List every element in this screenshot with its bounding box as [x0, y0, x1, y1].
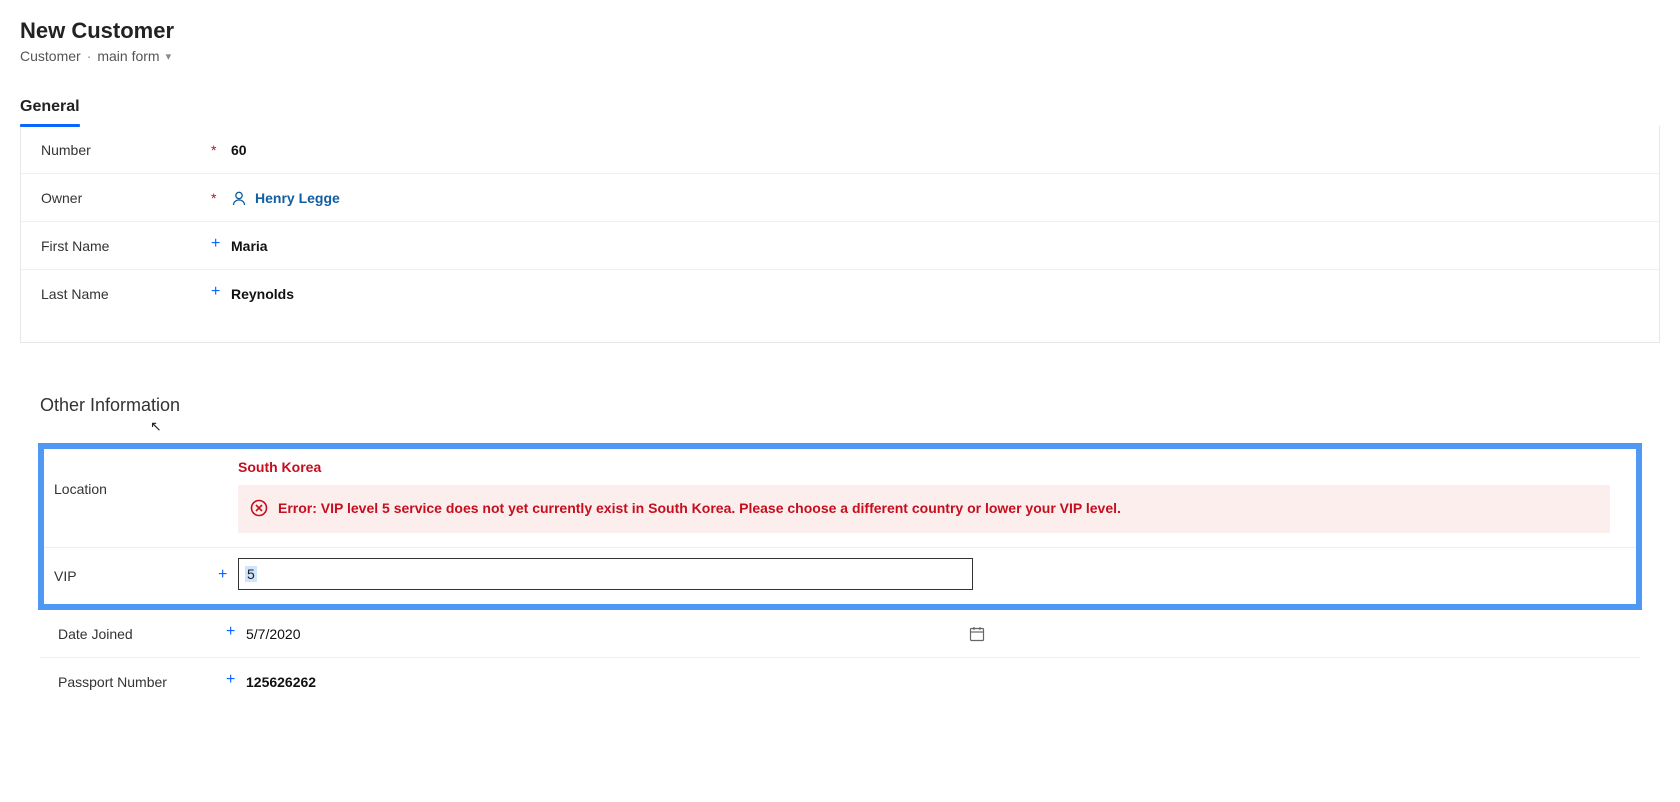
- error-highlight: Location + South Korea Error: VIP level …: [38, 443, 1642, 610]
- form-selector-label[interactable]: main form: [97, 48, 159, 64]
- cursor-icon: ↖: [150, 418, 162, 434]
- field-label: Date Joined: [58, 626, 226, 642]
- owner-value[interactable]: Henry Legge: [255, 190, 340, 206]
- section-title-other: Other Information: [20, 383, 1660, 420]
- last-name-value: Reynolds: [231, 286, 294, 302]
- field-label: Location: [48, 459, 218, 497]
- field-last-name: Last Name + Reynolds: [21, 270, 1659, 318]
- passport-number-value: 125626262: [246, 674, 316, 690]
- number-input[interactable]: 60: [231, 142, 1639, 158]
- error-message: Error: VIP level 5 service does not yet …: [278, 497, 1121, 519]
- field-label: Passport Number: [58, 674, 226, 690]
- recommended-marker: +: [226, 672, 246, 688]
- recommended-marker: +: [218, 556, 238, 584]
- recommended-marker: +: [211, 284, 231, 300]
- field-label: Last Name: [41, 286, 211, 302]
- first-name-value: Maria: [231, 238, 268, 254]
- field-label: Number: [41, 142, 211, 158]
- vip-input[interactable]: 5: [238, 558, 973, 590]
- field-label: VIP: [48, 558, 218, 584]
- field-label: Owner: [41, 190, 211, 206]
- first-name-input[interactable]: Maria: [231, 238, 1639, 254]
- date-joined-value: 5/7/2020: [246, 626, 301, 642]
- required-marker: *: [211, 143, 231, 157]
- date-joined-input[interactable]: 5/7/2020: [246, 625, 986, 643]
- recommended-marker: +: [226, 624, 246, 640]
- field-number: Number * 60: [21, 126, 1659, 174]
- error-banner: Error: VIP level 5 service does not yet …: [238, 485, 1610, 533]
- breadcrumb[interactable]: Customer · main form ▾: [20, 48, 1660, 64]
- page-title: New Customer: [20, 18, 1660, 44]
- field-date-joined: Date Joined + 5/7/2020: [40, 610, 1640, 658]
- section-general: Number * 60 Owner * Henry Legge First Na…: [20, 126, 1660, 343]
- vip-value: 5: [245, 566, 257, 582]
- field-owner: Owner * Henry Legge: [21, 174, 1659, 222]
- field-label: First Name: [41, 238, 211, 254]
- chevron-down-icon[interactable]: ▾: [166, 50, 172, 63]
- breadcrumb-entity: Customer: [20, 48, 81, 64]
- field-vip: VIP + 5: [44, 548, 1636, 604]
- required-marker: *: [211, 191, 231, 205]
- last-name-input[interactable]: Reynolds: [231, 286, 1639, 302]
- field-first-name: First Name + Maria: [21, 222, 1659, 270]
- tabs: General: [20, 92, 1660, 127]
- calendar-icon[interactable]: [968, 625, 986, 643]
- tab-general[interactable]: General: [20, 92, 80, 126]
- person-icon: [231, 190, 247, 206]
- recommended-marker: +: [211, 236, 231, 252]
- location-value[interactable]: South Korea: [238, 459, 1610, 475]
- field-location: Location + South Korea Error: VIP level …: [44, 449, 1636, 548]
- breadcrumb-separator: ·: [87, 48, 92, 64]
- number-value: 60: [231, 142, 247, 158]
- field-passport-number: Passport Number + 125626262: [40, 658, 1640, 706]
- error-icon: [250, 499, 268, 517]
- owner-lookup[interactable]: Henry Legge: [231, 190, 1639, 206]
- passport-number-input[interactable]: 125626262: [246, 674, 1620, 690]
